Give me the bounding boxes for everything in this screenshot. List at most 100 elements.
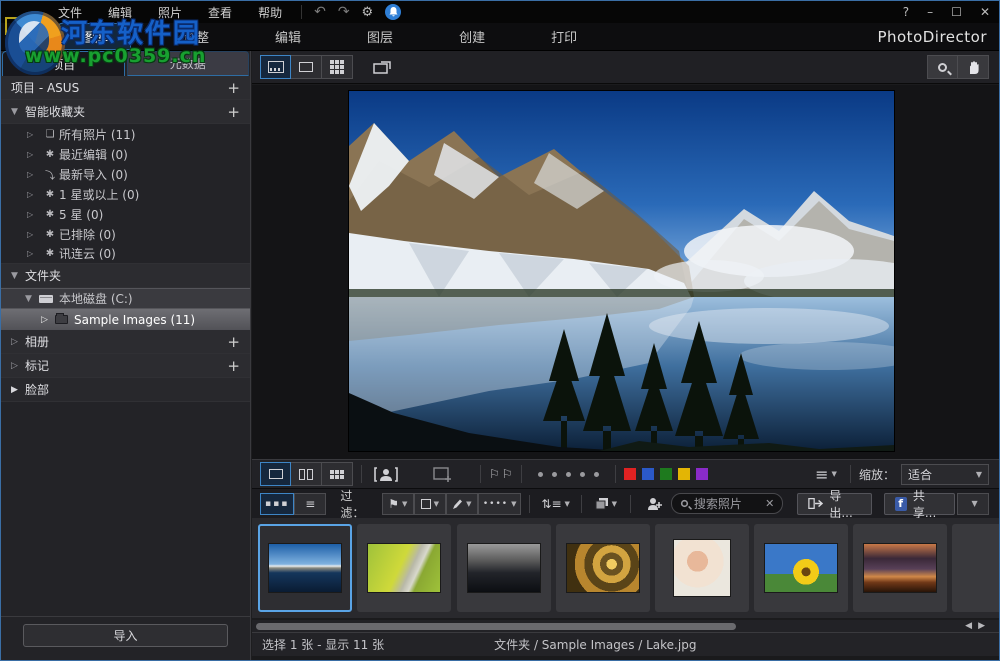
expand-icon[interactable]: ▷ <box>11 361 25 371</box>
add-tag-button[interactable]: + <box>227 357 240 375</box>
export-button[interactable]: 导出... <box>797 493 871 515</box>
star-rating-dots[interactable] <box>538 472 599 477</box>
minimize-button[interactable]: – <box>918 5 942 19</box>
add-project-button[interactable]: + <box>227 79 240 97</box>
expand-icon[interactable]: ▷ <box>27 230 41 239</box>
compare-view-button[interactable] <box>291 462 322 486</box>
collapse-icon[interactable]: ▼ <box>25 294 39 304</box>
thumbnail-golden-spiral[interactable] <box>556 524 650 612</box>
albums-header[interactable]: ▷ 相册 + <box>1 330 250 354</box>
sidebar-item-five-star[interactable]: ▷ ✱ 5 星 (0) <box>1 204 250 224</box>
sidebar-item-one-star-up[interactable]: ▷ ✱ 1 星或以上 (0) <box>1 184 250 204</box>
list-view-button[interactable]: ≡ <box>294 493 326 515</box>
maximize-button[interactable]: ☐ <box>942 5 971 19</box>
smart-collection-header[interactable]: ▼ 智能收藏夹 + <box>1 100 250 124</box>
add-smart-collection-button[interactable]: + <box>227 103 240 121</box>
close-button[interactable]: ✕ <box>971 5 999 19</box>
tags-header[interactable]: ▷ 标记 + <box>1 354 250 378</box>
rating-dot-4[interactable] <box>580 472 585 477</box>
menu-help[interactable]: 帮助 <box>245 4 295 21</box>
zoom-level-select[interactable]: 适合 ▼ <box>901 464 989 485</box>
single-view-button[interactable] <box>260 462 291 486</box>
scroll-right-icon[interactable]: ▶ <box>978 621 991 631</box>
sidebar-item-latest-import[interactable]: ▷ ⤵ 最新导入 (0) <box>1 164 250 184</box>
photo-lake-jpg[interactable] <box>349 91 894 451</box>
filter-flag-dropdown[interactable]: ⚑▼ <box>382 493 414 515</box>
face-tag-button[interactable] <box>370 462 401 486</box>
notification-bell-icon[interactable] <box>385 4 401 20</box>
stack-dropdown[interactable]: ▼ <box>590 493 622 515</box>
clear-search-icon[interactable]: ✕ <box>765 497 774 510</box>
expand-icon[interactable]: ▷ <box>27 150 41 159</box>
color-label-blue[interactable] <box>642 468 654 480</box>
project-header[interactable]: 项目 - ASUS + <box>1 76 250 100</box>
expand-solid-icon[interactable]: ▶ <box>11 385 25 395</box>
folders-header[interactable]: ▼ 文件夹 <box>1 264 250 288</box>
rating-dot-5[interactable] <box>594 472 599 477</box>
thumbnail-light-partial[interactable] <box>952 524 1000 612</box>
tab-edit[interactable]: 编辑 <box>261 24 315 49</box>
color-label-green[interactable] <box>660 468 672 480</box>
collapse-icon[interactable]: ▼ <box>11 271 25 281</box>
expand-icon[interactable]: ▷ <box>11 337 25 347</box>
rating-dot-1[interactable] <box>538 472 543 477</box>
share-dropdown[interactable]: ▼ <box>957 493 989 515</box>
help-button[interactable]: ? <box>894 5 918 19</box>
pan-tool-button[interactable] <box>958 55 989 79</box>
tab-print[interactable]: 打印 <box>537 24 591 49</box>
expand-icon[interactable]: ▷ <box>27 249 41 258</box>
filter-label-dropdown[interactable]: ▼ <box>414 493 446 515</box>
thumbnail-bicycle-meadow[interactable] <box>357 524 451 612</box>
filter-rating-dropdown[interactable]: ••••▼ <box>478 493 522 515</box>
thumbnail-scrollbar[interactable]: ◀▶ <box>252 620 999 632</box>
expand-icon[interactable]: ▷ <box>27 130 41 139</box>
share-button[interactable]: f 共享... <box>884 493 955 515</box>
rating-dot-3[interactable] <box>566 472 571 477</box>
expand-icon[interactable]: ▷ <box>27 170 41 179</box>
redo-icon[interactable]: ↷ <box>332 4 356 20</box>
color-label-purple[interactable] <box>696 468 708 480</box>
tab-metadata[interactable]: 元数据 <box>127 51 250 76</box>
sidebar-item-recently-edited[interactable]: ▷ ✱ 最近编辑 (0) <box>1 144 250 164</box>
collapse-icon[interactable]: ▼ <box>11 107 25 117</box>
viewer-mode-filmstrip-button[interactable] <box>260 55 291 79</box>
thumbnail-dark-lake-boat[interactable] <box>457 524 551 612</box>
sidebar-item-all-photos[interactable]: ▷ ❏ 所有照片 (11) <box>1 124 250 144</box>
multi-view-button[interactable] <box>322 462 353 486</box>
expand-icon[interactable]: ▷ <box>27 190 41 199</box>
import-button[interactable]: 导入 <box>23 624 228 647</box>
sidebar-item-local-disk[interactable]: ▼ 本地磁盘 (C:) <box>1 288 250 309</box>
menu-view[interactable]: 查看 <box>195 4 245 21</box>
tab-layers[interactable]: 图层 <box>353 24 407 49</box>
rating-dot-2[interactable] <box>552 472 557 477</box>
menu-edit[interactable]: 编辑 <box>95 4 145 21</box>
color-label-yellow[interactable] <box>678 468 690 480</box>
faces-header[interactable]: ▶ 脸部 <box>1 378 250 402</box>
color-label-red[interactable] <box>624 468 636 480</box>
search-photos-input[interactable]: 搜索照片 ✕ <box>671 493 784 514</box>
zoom-tool-button[interactable] <box>927 55 958 79</box>
thumbnail-lake-mountain[interactable] <box>258 524 352 612</box>
filter-edited-dropdown[interactable]: ▼ <box>446 493 478 515</box>
tab-adjust[interactable]: 调整 <box>169 24 223 49</box>
menu-photo[interactable]: 照片 <box>145 4 195 21</box>
sort-dropdown[interactable]: ⇅≡▼ <box>538 493 573 515</box>
expand-icon[interactable]: ▷ <box>27 210 41 219</box>
menu-file[interactable]: 文件 <box>45 4 95 21</box>
sidebar-item-excluded[interactable]: ▷ ✱ 已排除 (0) <box>1 224 250 244</box>
add-album-button[interactable]: + <box>227 333 240 351</box>
tab-create[interactable]: 创建 <box>445 24 499 49</box>
thumbnail-woman-portrait[interactable] <box>655 524 749 612</box>
dual-display-button[interactable] <box>367 55 398 79</box>
add-region-button[interactable] <box>427 462 458 486</box>
tab-library[interactable]: 图库 <box>59 23 131 50</box>
scroll-left-icon[interactable]: ◀ <box>965 621 978 631</box>
thumbnail-view-button[interactable]: ▪▪▪ <box>260 493 294 515</box>
viewer-mode-single-button[interactable] <box>291 55 322 79</box>
thumbnail-sunset-storm[interactable] <box>853 524 947 612</box>
info-list-dropdown[interactable]: ≡▼ <box>810 463 842 485</box>
flag-pick-icon[interactable]: ⚐ <box>489 467 502 481</box>
photo-canvas[interactable] <box>252 85 999 459</box>
scrollbar-thumb[interactable] <box>256 623 736 630</box>
thumbnail-sunflower[interactable] <box>754 524 848 612</box>
